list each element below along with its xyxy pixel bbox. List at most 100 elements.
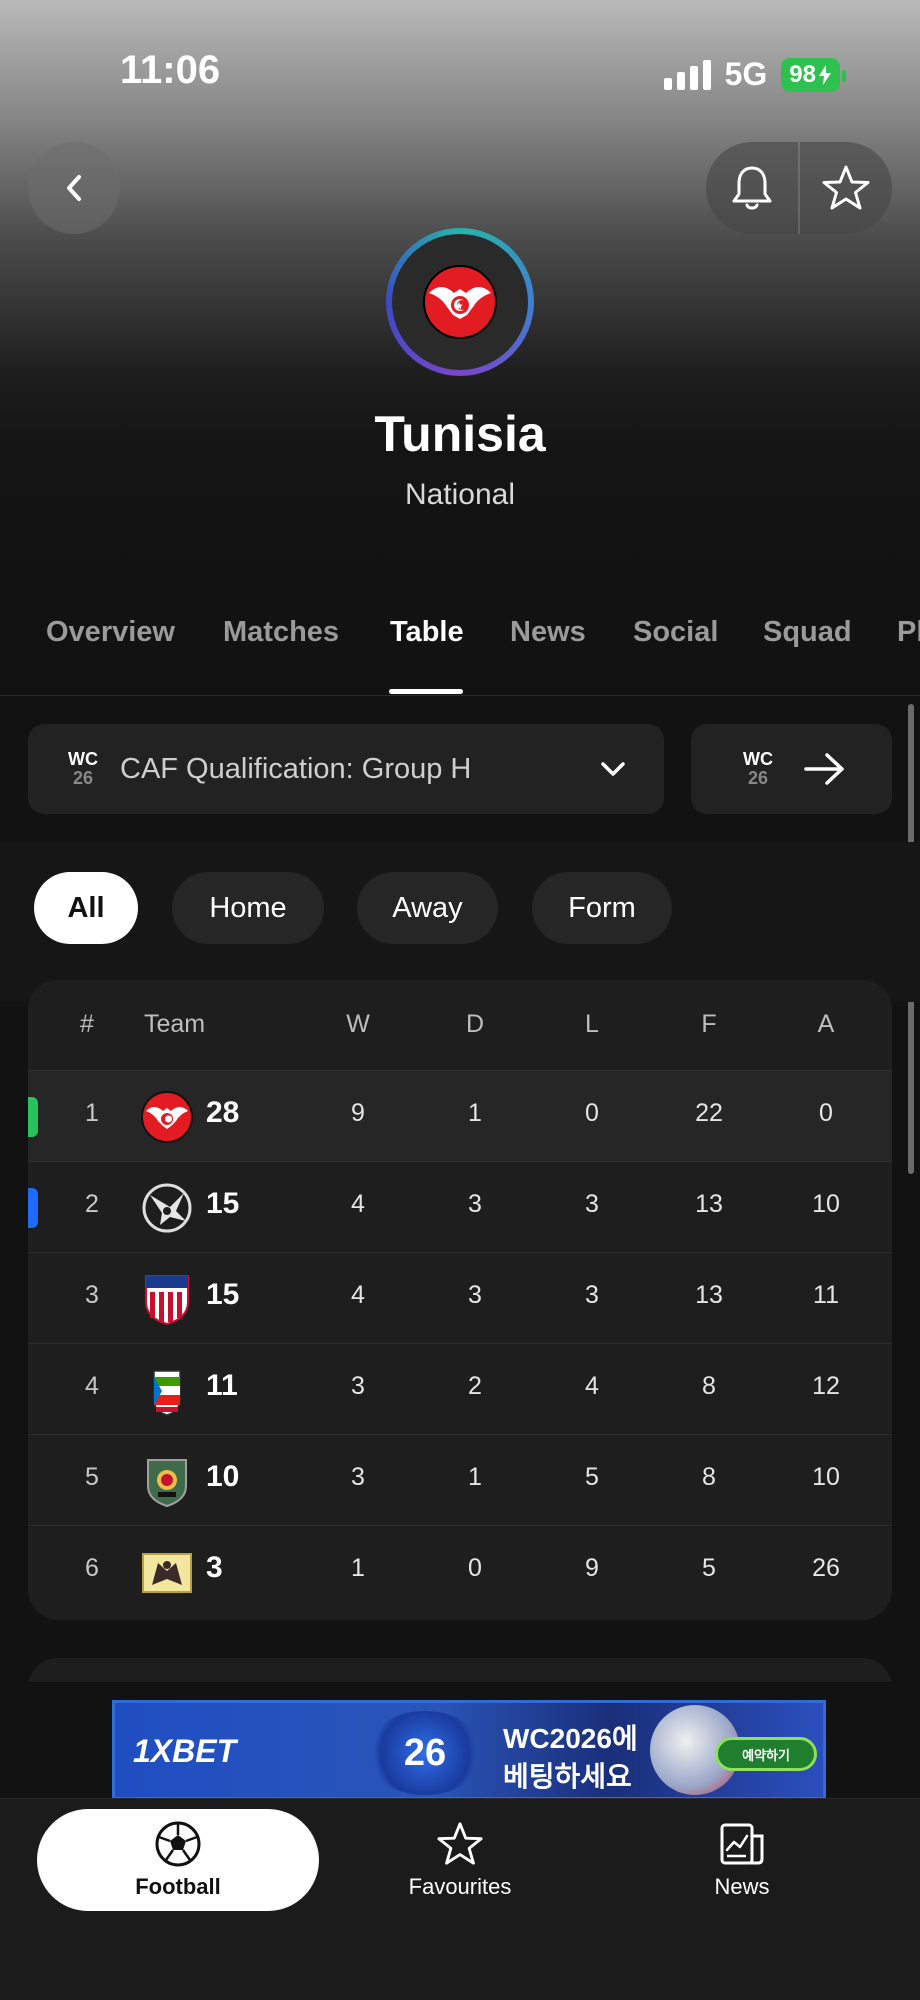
badge-label: WC <box>68 749 98 769</box>
world-cup-badge: WC 26 <box>743 750 773 788</box>
row-draws: 1 <box>468 1099 482 1127</box>
equatorial-guinea-logo-icon <box>140 1363 194 1417</box>
row-goals-against: 0 <box>819 1099 833 1127</box>
signal-icon <box>663 59 711 90</box>
nav-news[interactable]: News <box>601 1809 883 1911</box>
tab-social[interactable]: Social <box>633 616 718 649</box>
row-position: 5 <box>85 1463 99 1491</box>
tab-squad[interactable]: Squad <box>763 616 852 649</box>
row-goals-for: 22 <box>695 1099 723 1127</box>
badge-year: 26 <box>72 768 94 788</box>
header-wins: W <box>346 1010 370 1038</box>
tab-news[interactable]: News <box>510 616 586 649</box>
filter-home[interactable]: Home <box>172 872 324 944</box>
table-row[interactable]: 2 15 4 3 3 13 10 <box>28 1161 892 1252</box>
team-name: Tunisia <box>374 406 546 462</box>
ad-banner[interactable]: 1XBET 26 WC2026에 베팅하세요 예약하기 <box>112 1700 826 1800</box>
tab-players[interactable]: Pl <box>897 616 920 649</box>
row-wins: 9 <box>351 1099 365 1127</box>
row-goals-against: 12 <box>812 1372 840 1400</box>
bell-icon <box>732 166 772 210</box>
tunisia-logo-icon <box>140 1090 194 1144</box>
row-losses: 5 <box>585 1463 599 1491</box>
tab-matches[interactable]: Matches <box>223 616 339 649</box>
row-points: 28 <box>206 1096 240 1129</box>
badge-label: WC <box>743 749 773 769</box>
ad-subheadline: 베팅하세요 <box>503 1761 632 1792</box>
row-losses: 0 <box>585 1099 599 1127</box>
chevron-left-icon <box>67 175 81 201</box>
bottom-navigation: Football Favourites News <box>0 1798 920 2000</box>
league-dropdown[interactable]: WC 26 CAF Qualification: Group H <box>28 724 664 814</box>
row-wins: 4 <box>351 1281 365 1309</box>
ad-world-cup-logo: 26 <box>365 1711 485 1795</box>
ad-logo-text: 26 <box>403 1731 447 1774</box>
row-draws: 2 <box>468 1372 482 1400</box>
header-draws: D <box>465 1010 485 1038</box>
row-position: 4 <box>85 1372 99 1400</box>
active-tab-indicator <box>389 689 463 694</box>
nav-label: Favourites <box>408 1874 512 1899</box>
row-position: 6 <box>85 1554 99 1582</box>
nav-favourites[interactable]: Favourites <box>319 1809 601 1911</box>
charging-icon <box>819 64 831 85</box>
row-wins: 3 <box>351 1463 365 1491</box>
row-points: 10 <box>206 1460 240 1493</box>
notification-button[interactable] <box>706 142 798 234</box>
status-time: 11:06 <box>120 48 221 92</box>
back-button[interactable] <box>28 142 120 234</box>
nav-label: Football <box>135 1874 221 1899</box>
world-cup-badge: WC 26 <box>68 750 98 788</box>
row-losses: 9 <box>585 1554 599 1582</box>
nav-football[interactable]: Football <box>37 1809 319 1911</box>
filter-form[interactable]: Form <box>532 872 672 944</box>
row-goals-for: 13 <box>695 1281 723 1309</box>
table-row[interactable]: 6 3 1 0 9 5 26 <box>28 1525 892 1616</box>
row-losses: 3 <box>585 1190 599 1218</box>
ad-brand: 1XBET <box>133 1733 237 1769</box>
table-row[interactable]: 3 15 4 3 3 13 11 <box>28 1252 892 1343</box>
battery-indicator: 98 <box>781 57 846 92</box>
header-team: Team <box>144 1010 206 1038</box>
row-draws: 0 <box>468 1554 482 1582</box>
row-wins: 4 <box>351 1190 365 1218</box>
table-row[interactable]: 5 10 3 1 5 8 10 <box>28 1434 892 1525</box>
table-row[interactable]: 4 11 3 2 4 8 12 <box>28 1343 892 1434</box>
favourite-button[interactable] <box>800 142 892 234</box>
row-wins: 3 <box>351 1372 365 1400</box>
row-wins: 1 <box>351 1554 365 1582</box>
tunisia-crest-icon <box>423 265 497 339</box>
star-icon <box>437 1822 483 1865</box>
qualification-marker <box>28 1188 38 1228</box>
ad-cta-button[interactable]: 예약하기 <box>715 1737 817 1771</box>
football-icon <box>155 1821 201 1867</box>
row-points: 15 <box>206 1278 240 1311</box>
table-row[interactable]: 1 28 9 1 0 22 0 <box>28 1070 892 1161</box>
row-goals-against: 10 <box>812 1463 840 1491</box>
row-points: 15 <box>206 1187 240 1220</box>
row-goals-for: 5 <box>702 1554 716 1582</box>
ad-headline: WC2026에 <box>503 1723 638 1754</box>
malawi-logo-icon <box>140 1454 194 1508</box>
filter-bar: All Home Away Form <box>0 842 920 1002</box>
tab-overview[interactable]: Overview <box>46 616 175 649</box>
row-position: 2 <box>85 1190 99 1218</box>
row-points: 11 <box>206 1369 238 1402</box>
tab-table[interactable]: Table <box>390 616 464 649</box>
filter-all[interactable]: All <box>34 872 138 944</box>
row-position: 3 <box>85 1281 99 1309</box>
row-draws: 3 <box>468 1190 482 1218</box>
team-type: National <box>404 478 516 511</box>
filter-away[interactable]: Away <box>357 872 498 944</box>
row-losses: 3 <box>585 1281 599 1309</box>
next-competition-button[interactable]: WC 26 <box>691 724 892 814</box>
table-header: # Team W D L F A <box>28 980 892 1070</box>
row-points: 3 <box>206 1551 223 1584</box>
arrow-right-icon <box>804 753 844 785</box>
battery-level: 98 <box>789 60 816 88</box>
star-icon <box>822 165 870 210</box>
row-draws: 3 <box>468 1281 482 1309</box>
sao-tome-logo-icon <box>140 1545 194 1599</box>
row-goals-for: 8 <box>702 1372 716 1400</box>
row-goals-against: 11 <box>813 1281 839 1309</box>
